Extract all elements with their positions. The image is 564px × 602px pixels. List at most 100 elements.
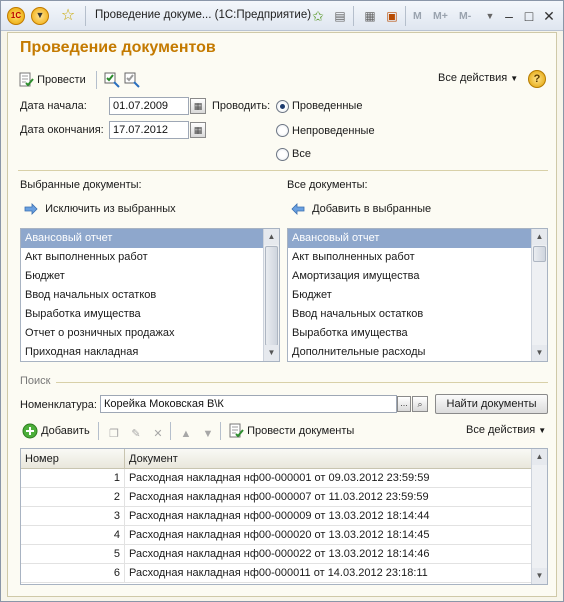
selected-docs-list[interactable]: Авансовый отчет Акт выполненных работ Бюдж… xyxy=(20,228,280,362)
calendar-icon[interactable]: ▣ xyxy=(383,7,401,25)
toolbar-separator xyxy=(170,422,171,440)
exclude-button-label: Исключить из выбранных xyxy=(45,203,176,215)
documents-table[interactable]: Номер Документ 1 Расходная накладная нф00… xyxy=(20,448,548,585)
check-all-icon xyxy=(104,72,120,88)
memory-m-minus-button[interactable]: M- xyxy=(459,10,471,22)
app-logo-icon[interactable]: 1С xyxy=(7,7,25,25)
scroll-up-icon[interactable]: ▲ xyxy=(264,229,279,245)
post-button-label: Провести xyxy=(37,74,86,87)
list-item[interactable]: Авансовый отчет xyxy=(21,229,279,248)
list-item[interactable]: Бюджет xyxy=(21,267,279,286)
scrollbar[interactable]: ▲ ▼ xyxy=(263,229,279,361)
list-item[interactable]: Авансовый отчет xyxy=(288,229,547,248)
close-button[interactable]: ✕ xyxy=(539,6,559,26)
post-documents-button[interactable]: Провести документы xyxy=(228,420,354,442)
move-up-button[interactable]: ▲ xyxy=(178,420,194,442)
move-down-button[interactable]: ▼ xyxy=(200,420,216,442)
calculator-icon[interactable]: ▦ xyxy=(361,7,379,25)
title-separator xyxy=(405,6,406,26)
add-button[interactable]: Добавить xyxy=(22,420,90,442)
window-title: Проведение докуме... (1С:Предприятие) xyxy=(95,9,312,21)
add-button-label: Добавить xyxy=(41,425,90,438)
favorites-star-icon[interactable]: ☆ xyxy=(59,7,77,25)
list-item[interactable]: Амортизация имущества xyxy=(288,267,547,286)
table-row[interactable]: 4 Расходная накладная нф00-000020 от 13.0… xyxy=(21,526,531,545)
date-end-label: Дата окончания: xyxy=(20,124,104,136)
table-row[interactable]: 3 Расходная накладная нф00-000009 от 13.0… xyxy=(21,507,531,526)
list-item[interactable]: Дополнительные расходы xyxy=(288,343,547,361)
add-to-selected-button[interactable]: Добавить в выбранные xyxy=(291,203,431,216)
radio-all-label: Все xyxy=(292,148,311,160)
title-separator xyxy=(353,6,354,26)
link-icon[interactable]: ▤ xyxy=(331,7,349,25)
list-item[interactable]: Акт выполненных работ xyxy=(21,248,279,267)
maximize-button[interactable]: □ xyxy=(519,6,539,26)
column-number-header[interactable]: Номер xyxy=(21,449,125,469)
scroll-down-icon[interactable]: ▼ xyxy=(264,345,279,361)
list-item[interactable]: Приходная накладная xyxy=(21,343,279,361)
main-menu-icon[interactable]: ▼ xyxy=(31,7,49,25)
chevron-down-icon[interactable]: ▼ xyxy=(481,7,499,25)
post-mode-label: Проводить: xyxy=(212,100,271,112)
table-row[interactable]: 6 Расходная накладная нф00-000011 от 14.0… xyxy=(21,564,531,583)
scroll-up-icon[interactable]: ▲ xyxy=(532,229,547,245)
copy-icon: ❐ xyxy=(109,428,119,441)
nomenclature-label: Номенклатура: xyxy=(20,399,97,411)
all-actions-menu[interactable]: Все действия ▼ xyxy=(438,72,518,84)
table-row[interactable]: 5 Расходная накладная нф00-000022 от 13.0… xyxy=(21,545,531,564)
calendar-icon[interactable]: ▦ xyxy=(190,122,206,138)
row-document: Расходная накладная нф00-000022 от 13.03… xyxy=(129,548,430,560)
all-docs-title: Все документы: xyxy=(287,179,368,191)
radio-posted[interactable] xyxy=(276,100,289,113)
select-ellipsis-button[interactable]: ... xyxy=(397,396,411,412)
add-favorite-icon[interactable]: ✩ xyxy=(309,7,327,25)
scroll-thumb[interactable] xyxy=(265,246,278,346)
date-end-input[interactable] xyxy=(109,121,189,139)
table-all-actions-menu[interactable]: Все действия ▼ xyxy=(466,424,546,436)
scroll-down-icon[interactable]: ▼ xyxy=(532,568,547,584)
search-group-title: Поиск xyxy=(20,375,51,387)
list-item[interactable]: Акт выполненных работ xyxy=(288,248,547,267)
memory-m-button[interactable]: M xyxy=(413,10,422,22)
memory-m-plus-button[interactable]: M+ xyxy=(433,10,448,22)
all-docs-list[interactable]: Авансовый отчет Акт выполненных работ Амор… xyxy=(287,228,548,362)
toolbar-separator xyxy=(220,422,221,440)
column-document-header[interactable]: Документ xyxy=(125,449,533,469)
edit-button[interactable]: ✎ xyxy=(128,420,144,442)
scrollbar[interactable]: ▲ ▼ xyxy=(531,229,547,361)
selected-docs-title: Выбранные документы: xyxy=(20,179,142,191)
deselect-all-button[interactable] xyxy=(124,69,140,91)
find-documents-button[interactable]: Найти документы xyxy=(435,394,548,414)
calendar-icon[interactable]: ▦ xyxy=(190,98,206,114)
scroll-up-icon[interactable]: ▲ xyxy=(532,449,547,465)
date-start-input[interactable] xyxy=(109,97,189,115)
nomenclature-input[interactable] xyxy=(100,395,397,413)
list-item[interactable]: Ввод начальных остатков xyxy=(288,305,547,324)
search-icon[interactable]: ⌕ xyxy=(412,396,428,412)
select-all-button[interactable] xyxy=(104,69,120,91)
scroll-thumb[interactable] xyxy=(533,246,546,262)
toolbar-separator xyxy=(98,422,99,440)
radio-unposted[interactable] xyxy=(276,124,289,137)
help-button[interactable]: ? xyxy=(528,70,546,88)
post-button[interactable]: Провести xyxy=(18,69,86,91)
row-number: 4 xyxy=(21,526,125,545)
table-row[interactable]: 1 Расходная накладная нф00-000001 от 09.0… xyxy=(21,469,531,488)
copy-button[interactable]: ❐ xyxy=(106,420,122,442)
scrollbar[interactable]: ▲ ▼ xyxy=(531,449,547,584)
radio-posted-label: Проведенные xyxy=(292,100,363,112)
list-item[interactable]: Отчет о розничных продажах xyxy=(21,324,279,343)
exclude-button[interactable]: Исключить из выбранных xyxy=(24,203,176,216)
list-item[interactable]: Выработка имущества xyxy=(288,324,547,343)
list-item[interactable]: Ввод начальных остатков xyxy=(21,286,279,305)
form-content: Проведение документов Провести Все дейст… xyxy=(7,32,557,597)
minimize-button[interactable]: – xyxy=(499,6,519,26)
toolbar-separator xyxy=(96,71,97,89)
radio-all[interactable] xyxy=(276,148,289,161)
list-item[interactable]: Бюджет xyxy=(288,286,547,305)
scroll-down-icon[interactable]: ▼ xyxy=(532,345,547,361)
list-item[interactable]: Выработка имущества xyxy=(21,305,279,324)
delete-button[interactable]: ✕ xyxy=(150,420,166,442)
table-row[interactable]: 2 Расходная накладная нф00-000007 от 11.0… xyxy=(21,488,531,507)
row-number: 2 xyxy=(21,488,125,507)
